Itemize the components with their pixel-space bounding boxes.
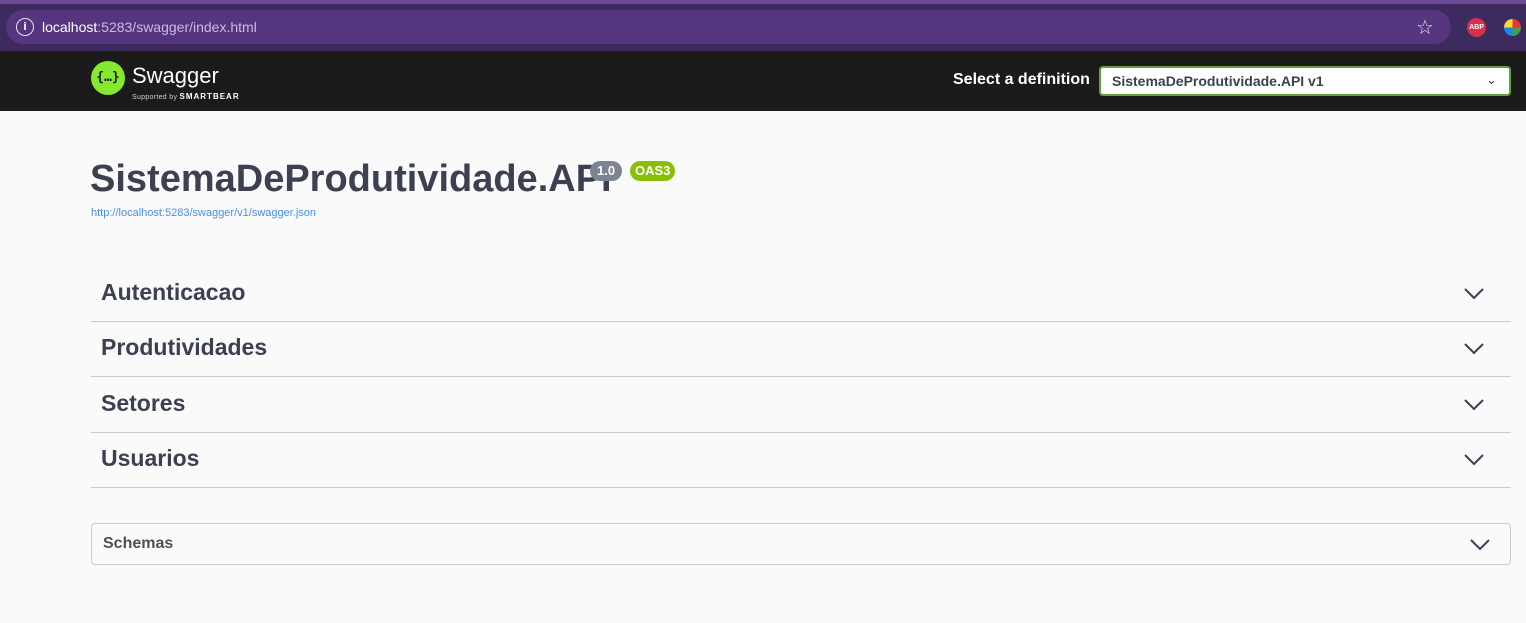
tag-label: Usuarios bbox=[101, 445, 200, 471]
chevron-down-icon[interactable] bbox=[1464, 343, 1484, 355]
site-info-icon[interactable]: i bbox=[16, 18, 34, 36]
bookmark-star-icon[interactable]: ☆ bbox=[1416, 15, 1434, 39]
version-badge: 1.0 bbox=[590, 161, 623, 181]
tag-label: Setores bbox=[101, 390, 186, 416]
tag-section-produtividades[interactable]: Produtividades bbox=[91, 322, 1511, 377]
tagline-brand: SMARTBEAR bbox=[179, 92, 240, 101]
browser-toolbar: i localhost:5283/swagger/index.html ☆ AB… bbox=[0, 0, 1526, 51]
swagger-logo-text[interactable]: Swagger bbox=[132, 63, 219, 89]
chevron-down-icon: ⌄ bbox=[1486, 73, 1497, 88]
api-title: SistemaDeProdutividade.API bbox=[90, 158, 612, 200]
chevron-down-icon[interactable] bbox=[1464, 399, 1484, 411]
spec-json-link[interactable]: http://localhost:5283/swagger/v1/swagger… bbox=[91, 207, 316, 219]
schemas-section[interactable]: Schemas bbox=[91, 523, 1511, 565]
url-path: :5283/swagger/index.html bbox=[97, 19, 257, 35]
address-bar[interactable]: i localhost:5283/swagger/index.html ☆ bbox=[6, 10, 1451, 44]
chevron-down-icon[interactable] bbox=[1470, 539, 1490, 551]
color-extension-icon[interactable] bbox=[1504, 19, 1521, 36]
select-definition-label: Select a definition bbox=[953, 71, 1090, 88]
tag-label: Autenticacao bbox=[101, 279, 246, 305]
chevron-down-icon[interactable] bbox=[1464, 288, 1484, 300]
url-text[interactable]: localhost:5283/swagger/index.html bbox=[42, 19, 257, 35]
schemas-label: Schemas bbox=[103, 535, 174, 552]
swagger-topbar: {…} Swagger Supported by SMARTBEAR Selec… bbox=[0, 51, 1526, 111]
tag-section-usuarios[interactable]: Usuarios bbox=[91, 433, 1511, 488]
oas-badge: OAS3 bbox=[630, 161, 676, 181]
definition-select-value: SistemaDeProdutividade.API v1 bbox=[1112, 73, 1324, 89]
tag-section-autenticacao[interactable]: Autenticacao bbox=[91, 267, 1511, 322]
adblock-extension-icon[interactable]: ABP bbox=[1467, 18, 1486, 37]
tag-label: Produtividades bbox=[101, 334, 268, 360]
definition-select[interactable]: SistemaDeProdutividade.API v1 ⌄ bbox=[1099, 66, 1511, 96]
swagger-logo-tagline: Supported by SMARTBEAR bbox=[132, 92, 240, 101]
tagline-prefix: Supported by bbox=[132, 94, 178, 101]
url-host: localhost bbox=[42, 19, 98, 35]
tab-strip bbox=[0, 0, 1526, 4]
chevron-down-icon[interactable] bbox=[1464, 454, 1484, 466]
swagger-logo-icon[interactable]: {…} bbox=[91, 61, 125, 95]
tag-section-setores[interactable]: Setores bbox=[91, 378, 1511, 433]
